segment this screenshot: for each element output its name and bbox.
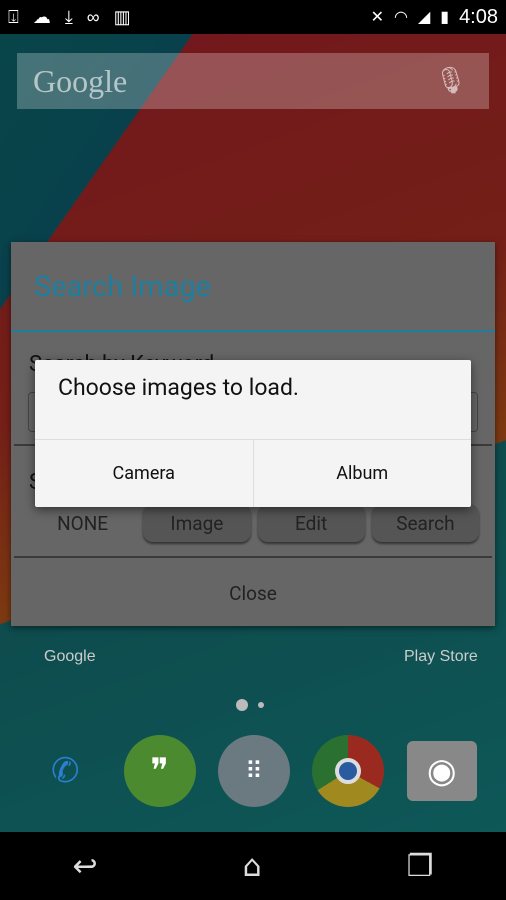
vibrate-off-icon: ✕ <box>370 9 384 26</box>
chrome-icon[interactable] <box>312 735 385 807</box>
phone-icon[interactable]: ✆ <box>29 735 101 807</box>
recents-icon[interactable]: ❐ <box>407 849 434 884</box>
alert-message: Choose images to load. <box>35 360 471 440</box>
close-button[interactable]: Close <box>11 560 495 626</box>
hangouts-icon[interactable]: ❞ <box>123 735 196 807</box>
signal-icon: ◢ <box>417 9 431 26</box>
search-button[interactable]: Search <box>371 504 479 542</box>
app-label-google[interactable]: Google <box>44 648 96 666</box>
barcode-icon: ▥ <box>113 6 131 27</box>
page-indicator <box>236 699 264 711</box>
download-icon: ⍗ <box>8 6 19 27</box>
voicemail-icon: ∞ <box>86 6 100 27</box>
status-bar: ⍗ ☁ ⤓ ∞ ▥ ✕ ◠ ◢ ▮ 4:08 <box>0 0 506 34</box>
image-button[interactable]: Image <box>143 504 251 542</box>
mic-icon[interactable]: 🎙 <box>434 66 467 96</box>
mode-value: NONE <box>57 511 109 535</box>
battery-charging-icon: ▮ <box>440 9 450 26</box>
google-logo: Google <box>33 62 128 99</box>
edit-button[interactable]: Edit <box>257 504 365 542</box>
camera-button[interactable]: Camera <box>35 440 254 507</box>
back-icon[interactable]: ↩ <box>72 849 97 884</box>
app-drawer-icon[interactable]: ⠿ <box>217 735 290 807</box>
cloud-upload-icon: ☁ <box>32 6 51 27</box>
camera-icon[interactable]: ◉ <box>406 741 477 801</box>
app-label-play-store[interactable]: Play Store <box>404 648 478 666</box>
dock: ✆ ❞ ⠿ ◉ <box>0 735 506 807</box>
dialog-title: Search Image <box>11 242 495 332</box>
album-button[interactable]: Album <box>254 440 472 507</box>
home-icon[interactable]: ⌂ <box>243 849 262 884</box>
wifi-icon: ◠ <box>393 9 408 26</box>
download-icon: ⤓ <box>64 6 73 27</box>
google-search-bar[interactable]: Google 🎙 <box>17 53 489 109</box>
divider <box>14 556 492 558</box>
clock: 4:08 <box>459 5 498 28</box>
choose-image-alert: Choose images to load. Camera Album <box>35 360 471 507</box>
navigation-bar: ↩ ⌂ ❐ <box>0 832 506 900</box>
